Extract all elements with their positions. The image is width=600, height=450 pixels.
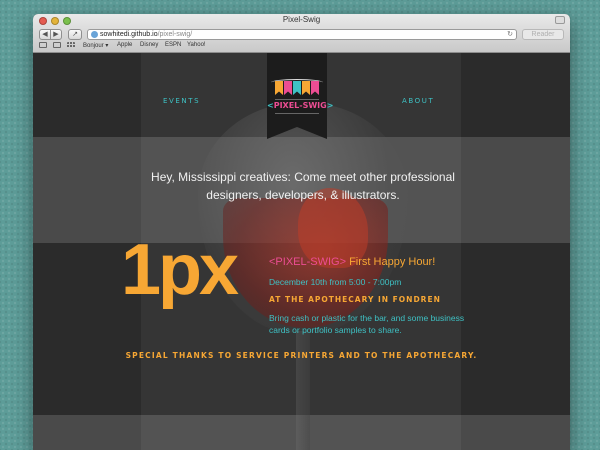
- reader-button[interactable]: Reader: [522, 29, 564, 40]
- event-title: <PIXEL-SWIG> First Happy Hour!: [269, 256, 435, 268]
- window-title: Pixel-Swig: [282, 15, 321, 24]
- browser-chrome: Pixel-Swig ◀ ▶ ↗ sowhitedi.github.io/pix…: [33, 14, 570, 53]
- event-title-rest: First Happy Hour!: [346, 256, 436, 268]
- logo-wordmark: <PIXEL-SWIG>: [267, 101, 333, 110]
- bookmark-yahoo[interactable]: Yahoo!: [187, 42, 206, 48]
- browser-window: Pixel-Swig ◀ ▶ ↗ sowhitedi.github.io/pix…: [33, 14, 570, 450]
- event-venue: AT THE APOTHECARY IN FONDREN: [269, 295, 441, 304]
- share-button[interactable]: ↗: [68, 29, 82, 40]
- event-title-brand: <PIXEL-SWIG>: [269, 256, 347, 268]
- thanks-line: SPECIAL THANKS TO SERVICE PRINTERS AND T…: [125, 351, 478, 360]
- reload-icon[interactable]: ↻: [507, 30, 513, 39]
- url-host: sowhitedi.github.io: [100, 31, 158, 38]
- url-path: /pixel-swig/: [157, 31, 193, 38]
- fullscreen-button[interactable]: [555, 16, 565, 24]
- intro-tagline: Hey, Mississippi creatives: Come meet ot…: [133, 168, 473, 204]
- logo-open-bracket: <: [267, 101, 274, 110]
- bookmark-espn[interactable]: ESPN: [165, 42, 181, 48]
- bookmarks-bar: Bonjour ▾ Apple Disney ESPN Yahoo!: [33, 41, 570, 51]
- bookmark-bonjour[interactable]: Bonjour ▾: [83, 42, 108, 49]
- tagline-line-2: designers, developers, & illustrators.: [206, 188, 400, 202]
- web-page: EVENTS ABOUT <PIXEL-SWIG> Hey, Mississip…: [33, 53, 570, 450]
- share-icon: ↗: [72, 30, 78, 38]
- logo-close-bracket: >: [326, 101, 334, 110]
- big-1px-heading: 1px: [121, 230, 239, 310]
- top-sites-icon[interactable]: [67, 42, 75, 48]
- back-arrow-icon: ◀: [42, 30, 48, 38]
- nav-events-link[interactable]: EVENTS: [163, 97, 200, 105]
- bookmark-apple[interactable]: Apple: [117, 42, 132, 48]
- logo-rule-top: [275, 99, 319, 100]
- address-bar[interactable]: sowhitedi.github.io/pixel-swig/ ↻: [87, 29, 517, 40]
- site-icon: [91, 31, 98, 38]
- bookmarks-icon[interactable]: [53, 42, 61, 48]
- pixel-swig-logo[interactable]: <PIXEL-SWIG>: [267, 53, 333, 139]
- logo-name: PIXEL-SWIG: [273, 101, 327, 110]
- forward-button[interactable]: ▶: [50, 29, 62, 40]
- nav-about-link[interactable]: ABOUT: [402, 97, 434, 105]
- event-date: December 10th from 5:00 - 7:00pm: [269, 277, 402, 287]
- title-bar: Pixel-Swig: [33, 14, 570, 27]
- forward-arrow-icon: ▶: [53, 30, 59, 38]
- bookmark-disney[interactable]: Disney: [140, 42, 158, 48]
- glass-stem: [296, 331, 310, 450]
- event-note: Bring cash or plastic for the bar, and s…: [269, 313, 465, 335]
- logo-banner: [267, 53, 327, 139]
- tagline-line-1: Hey, Mississippi creatives: Come meet ot…: [151, 170, 455, 184]
- reading-list-icon[interactable]: [39, 42, 47, 48]
- logo-rule-bottom: [275, 113, 319, 114]
